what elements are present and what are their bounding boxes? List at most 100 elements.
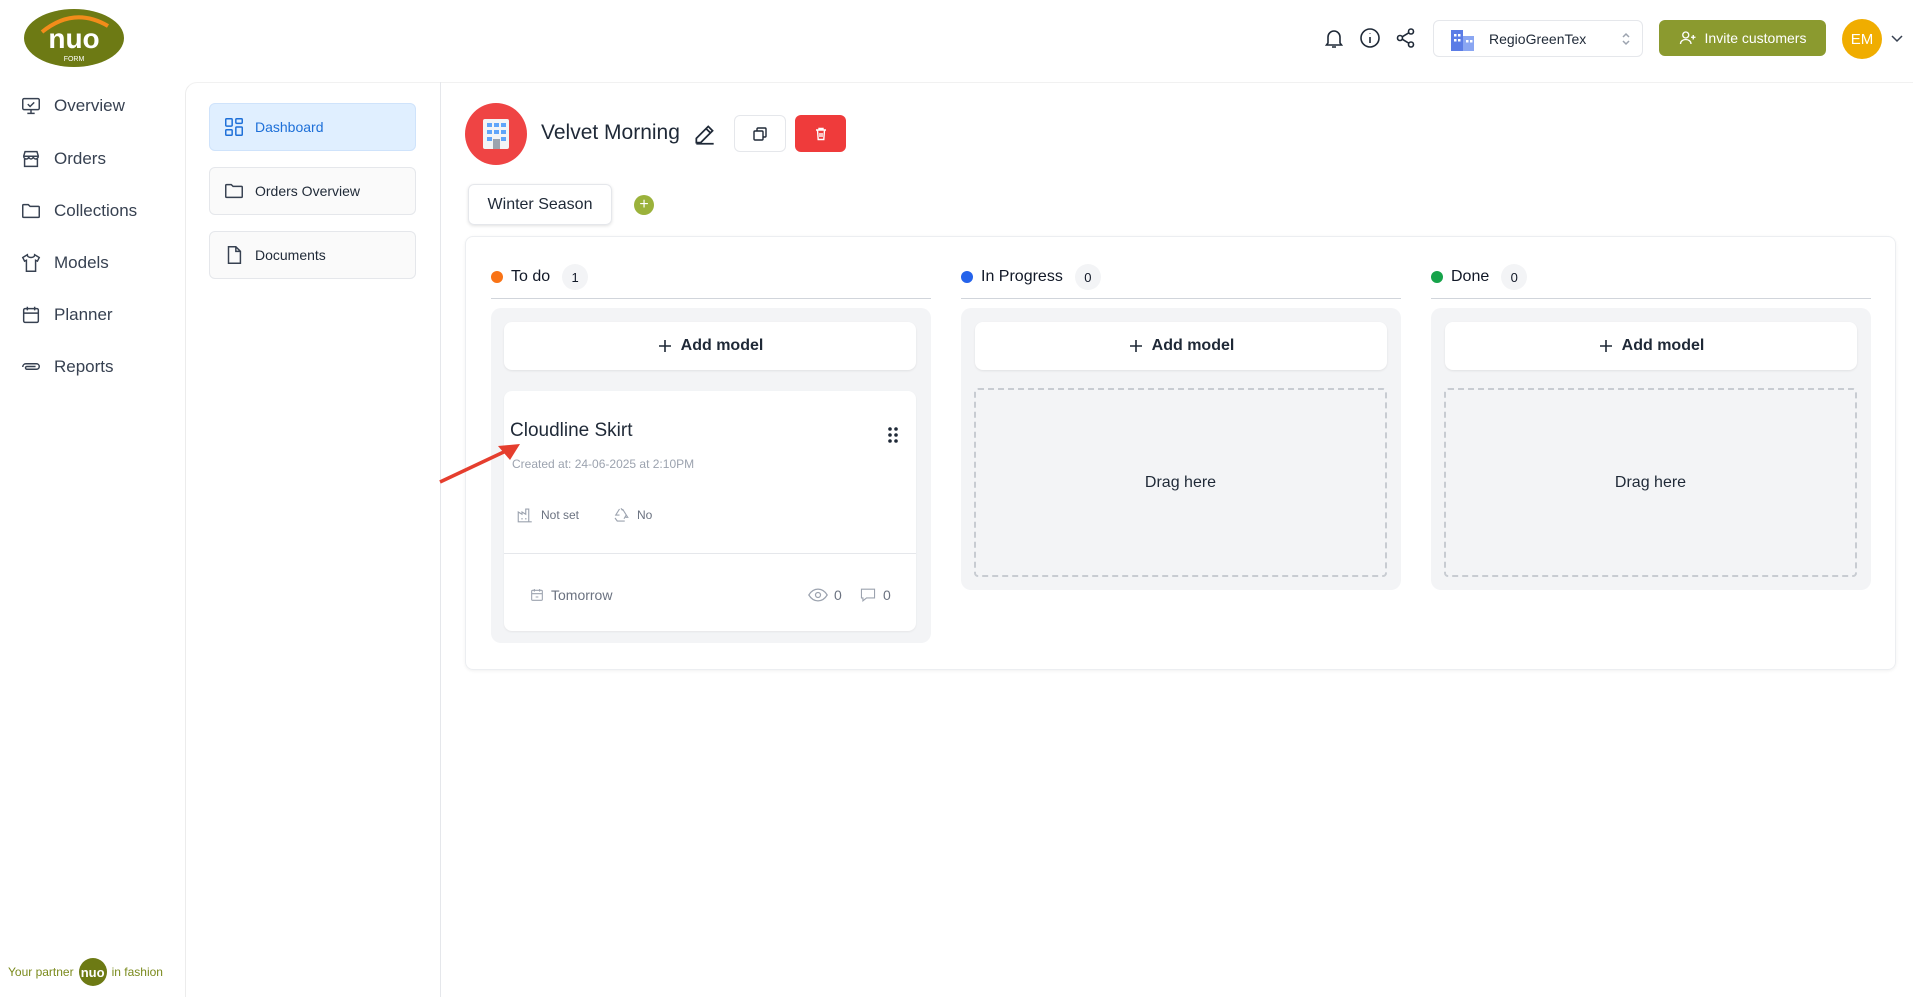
duplicate-board-button[interactable] [734, 115, 786, 152]
building-icon [1451, 29, 1474, 51]
column-divider [1431, 298, 1871, 299]
plus-icon [658, 340, 671, 352]
add-model-label: Add model [1621, 337, 1705, 354]
partner-prefix: Your partner [8, 965, 74, 979]
organization-name: RegioGreenTex [1489, 30, 1587, 47]
share-icon[interactable] [1394, 26, 1418, 50]
subnav-orders-overview[interactable]: Orders Overview [209, 167, 416, 215]
sidebar-item-label: Reports [54, 357, 114, 376]
due-value: Tomorrow [551, 587, 613, 603]
comment-icon [860, 588, 876, 602]
column-title: In Progress [981, 268, 1063, 285]
recycle-icon [614, 507, 629, 522]
model-card-title[interactable]: Cloudline Skirt [510, 420, 633, 442]
add-model-button-done[interactable]: Add model [1445, 322, 1857, 370]
bell-icon[interactable] [1322, 26, 1346, 50]
eye-icon [808, 588, 828, 602]
subnav-documents[interactable]: Documents [209, 231, 416, 279]
calendar-icon [22, 306, 40, 324]
column-count: 0 [1501, 264, 1528, 290]
factory-icon [517, 508, 532, 523]
column-header-in-progress: In Progress 0 [961, 262, 1101, 292]
sidebar-item-label: Overview [54, 96, 125, 115]
subnav-dashboard[interactable]: Dashboard [209, 103, 416, 151]
folder-icon [225, 183, 243, 199]
logo-text: nuo [48, 23, 99, 54]
column-title: To do [511, 268, 551, 285]
subnav-label: Documents [255, 247, 326, 263]
status-dot [491, 271, 503, 283]
subnav-label: Orders Overview [255, 183, 361, 199]
board-title: Velvet Morning [541, 121, 680, 144]
supplier-value: Not set [541, 508, 580, 522]
user-avatar[interactable]: EM [1842, 19, 1882, 59]
edit-board-button[interactable] [692, 121, 718, 147]
partner-logo: nuo [78, 958, 107, 986]
model-card-sustainable: No [612, 506, 652, 524]
drag-handle-icon[interactable] [886, 425, 900, 445]
subnav-label: Dashboard [255, 119, 324, 135]
drop-zone-in-progress[interactable]: Drag here [974, 388, 1387, 577]
tab-winter-season[interactable]: Winter Season [468, 184, 612, 225]
annotation-arrow-icon [439, 444, 520, 484]
plus-icon [1129, 340, 1142, 352]
status-dot [961, 271, 973, 283]
copy-icon [753, 126, 767, 141]
invite-customers-button[interactable]: Invite customers [1659, 20, 1826, 56]
views-count: 0 [834, 587, 842, 603]
add-model-button-todo[interactable]: Add model [504, 322, 916, 370]
column-title: Done [1451, 268, 1490, 285]
partner-footer: Your partner nuo in fashion [8, 958, 163, 986]
column-header-todo: To do 1 [491, 262, 589, 292]
add-model-button-in-progress[interactable]: Add model [975, 322, 1387, 370]
sidebar-item-label: Models [54, 253, 109, 272]
sidebar-item-planner[interactable]: Planner [20, 297, 113, 333]
model-card-created: Created at: 24-06-2025 at 2:10PM [512, 457, 695, 471]
sidebar-item-collections[interactable]: Collections [20, 193, 137, 229]
subnav-divider [440, 82, 441, 997]
comments-count: 0 [883, 587, 891, 603]
partner-suffix: in fashion [111, 965, 163, 979]
model-card-due: Tomorrow [529, 587, 612, 603]
model-card-supplier: Not set [516, 506, 579, 524]
sidebar-item-label: Collections [54, 201, 138, 220]
logo-subtext: FORM [64, 56, 85, 63]
monitor-icon [22, 97, 40, 115]
folder-icon [22, 203, 40, 219]
add-season-button[interactable]: + [634, 195, 654, 215]
model-card-views: 0 [808, 587, 842, 603]
board-avatar [465, 103, 527, 165]
sidebar-item-label: Orders [54, 149, 106, 168]
status-dot [1431, 271, 1443, 283]
column-header-done: Done 0 [1431, 262, 1528, 292]
sidebar-item-orders[interactable]: Orders [20, 141, 106, 177]
add-model-label: Add model [680, 337, 764, 354]
model-card-comments: 0 [859, 587, 891, 603]
sidebar-item-overview[interactable]: Overview [20, 88, 125, 124]
pencil-icon [695, 125, 714, 145]
shirt-icon [21, 253, 41, 272]
building-icon [483, 119, 509, 149]
sidebar-item-label: Planner [54, 305, 113, 324]
card-divider [504, 553, 916, 554]
delete-board-button[interactable] [795, 115, 846, 152]
column-divider [961, 298, 1401, 299]
column-count: 0 [1074, 264, 1101, 290]
add-model-label: Add model [1151, 337, 1235, 354]
plus-icon [1599, 340, 1612, 352]
column-count: 1 [562, 264, 589, 290]
brand-logo[interactable]: nuo FORM [24, 8, 125, 68]
chevron-down-icon[interactable] [1889, 30, 1905, 46]
column-divider [491, 298, 931, 299]
dashboard-icon [225, 118, 243, 136]
invite-label: Invite customers [1704, 30, 1807, 46]
sidebar-item-reports[interactable]: Reports [20, 349, 114, 385]
drop-zone-done[interactable]: Drag here [1444, 388, 1857, 577]
trash-icon [815, 127, 826, 140]
sidebar-item-models[interactable]: Models [20, 245, 109, 281]
add-user-icon [1679, 31, 1696, 45]
calendar-icon [531, 589, 543, 601]
info-icon[interactable] [1358, 26, 1382, 50]
organization-select[interactable]: RegioGreenTex [1433, 20, 1643, 57]
clip-icon [22, 363, 40, 371]
